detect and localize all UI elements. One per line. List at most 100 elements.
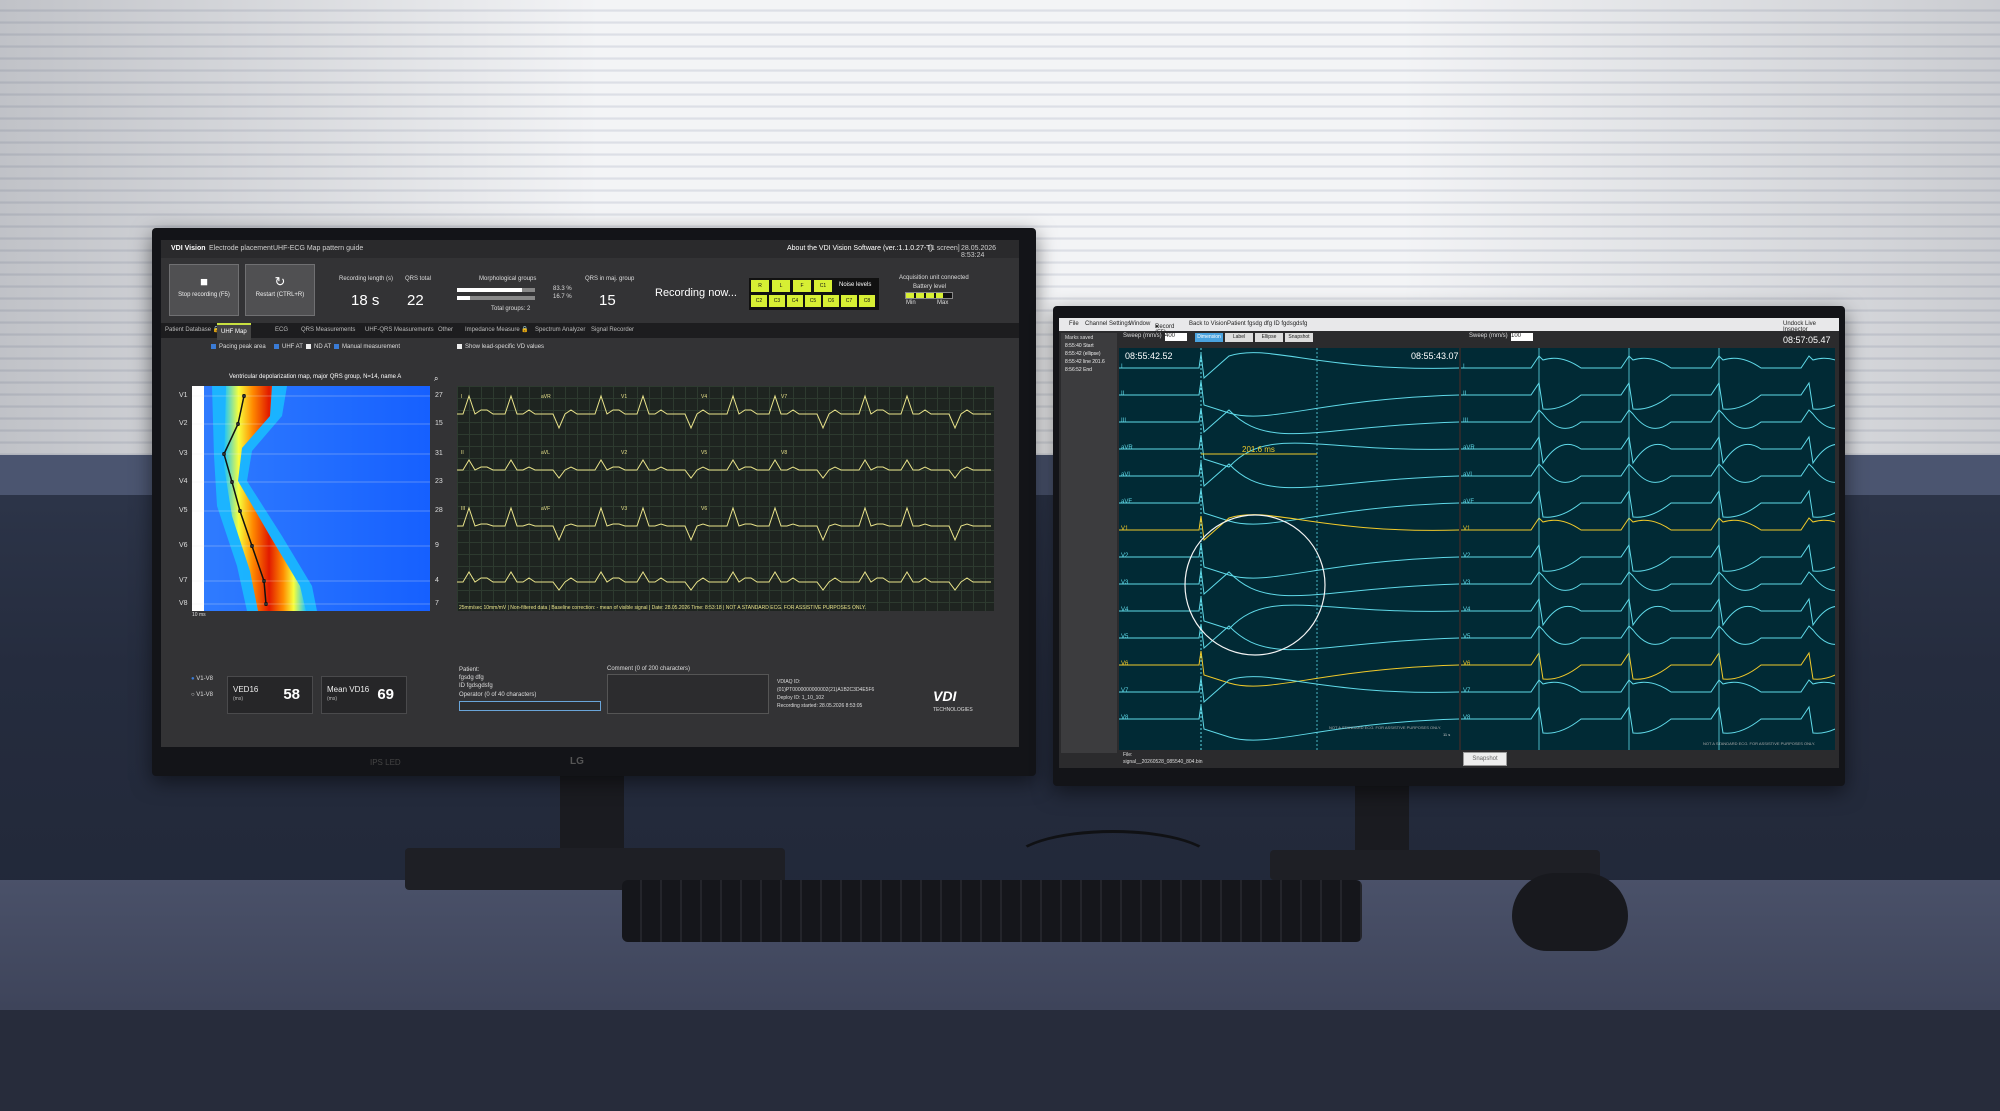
right-trace-panel: [1461, 348, 1839, 750]
menu-file[interactable]: File: [1069, 321, 1079, 327]
trace-v8: [1461, 705, 1839, 734]
tab-impedance-measure[interactable]: Impedance Measure 🔒: [461, 323, 533, 338]
trace-avr: [1119, 434, 1460, 468]
operator-input[interactable]: [459, 701, 601, 711]
tab-ecg[interactable]: ECG: [271, 323, 292, 338]
tool-label-button[interactable]: Label: [1225, 333, 1253, 342]
option-nd-at[interactable]: ND AT: [306, 344, 331, 350]
operator-label: Operator (0 of 40 characters): [459, 692, 537, 698]
trace-avf: [1119, 488, 1460, 525]
trace-avl: [1119, 461, 1460, 489]
tool-dimension-button[interactable]: Dimension: [1195, 333, 1223, 342]
ecg-lead-v4: V4: [701, 394, 708, 400]
radio-v1-v8-a[interactable]: ● V1-V8: [191, 676, 213, 682]
restart-label: Restart (CTRL+R): [255, 292, 305, 298]
left-trace-svg: [1119, 348, 1460, 750]
option-pacing[interactable]: Pacing peak area: [211, 344, 266, 350]
tab-uhf-qrs-measurements[interactable]: UHF-QRS Measurements: [361, 323, 438, 338]
ecg-trace: [457, 394, 991, 430]
tab-qrs-measurements[interactable]: QRS Measurements: [297, 323, 359, 338]
trace-v7: [1119, 676, 1460, 703]
ecg-trace: [457, 571, 991, 591]
file-label: File:: [1123, 752, 1133, 758]
left-trace-panel: [1119, 348, 1460, 750]
tool-ellipse-button[interactable]: Ellipse: [1255, 333, 1283, 342]
sweep-input-left[interactable]: 400: [1165, 333, 1187, 341]
left-lead-v6: V6: [1121, 661, 1129, 667]
trace-v6: [1119, 650, 1460, 687]
recording-length-value: 18 s: [351, 292, 380, 309]
noise-chip-r: R: [751, 280, 769, 292]
time-left-start: 08:55:42.52: [1125, 351, 1173, 361]
qrs-total-label: QRS total: [405, 276, 432, 282]
undock-button[interactable]: Undock Live Inspector: [1783, 321, 1839, 333]
tab-spectrum-analyzer[interactable]: Spectrum Analyzer: [531, 323, 589, 338]
right-lead-v1: V1: [1463, 526, 1471, 532]
tool-snapshot-button[interactable]: Snapshot: [1285, 333, 1313, 342]
heatmap-lead-v1: V1: [179, 392, 188, 399]
option-manual[interactable]: Manual measurement: [334, 344, 400, 350]
mark-item[interactable]: 8:56:52 End: [1065, 367, 1092, 373]
about-link[interactable]: About the VDI Vision Software (ver.:1.1.…: [787, 245, 933, 252]
morph-bar-b: [457, 296, 535, 300]
menu-window[interactable]: Window: [1129, 321, 1150, 327]
disclaimer-right: NOT A STANDARD ECG. FOR ASSISTIVE PURPOS…: [1703, 741, 1816, 746]
sweep-input-right[interactable]: 100: [1511, 333, 1533, 341]
restart-button[interactable]: ↻ Restart (CTRL+R): [245, 264, 315, 316]
stop-recording-button[interactable]: ■ Stop recording (F5): [169, 264, 239, 316]
tab-other[interactable]: Other: [434, 323, 457, 338]
right-lead-avr: aVR: [1463, 445, 1475, 451]
snapshot-button[interactable]: Snapshot: [1463, 752, 1507, 766]
ecg-lead-v6: V6: [701, 506, 708, 512]
menu-channel-settings[interactable]: Channel Settings: [1085, 321, 1131, 327]
left-lead-v7: V7: [1121, 688, 1129, 694]
left-monitor-stand: [560, 770, 624, 850]
heatmap-value-v3: 31: [435, 450, 443, 457]
trace-v3: [1461, 571, 1839, 591]
ecg-lead-avl: aVL: [541, 450, 550, 456]
option-uhf-at[interactable]: UHF AT: [274, 344, 303, 350]
ecg-lead-avr: aVR: [541, 394, 551, 400]
option-lead-specific[interactable]: Show lead-specific VD values: [457, 344, 544, 350]
battery-max: Max: [937, 300, 949, 306]
heatmap-value-v8: 7: [435, 600, 439, 607]
radio-icon: ●: [191, 676, 195, 682]
left-lead-v2: V2: [1121, 553, 1129, 559]
radio-v1-v8-b[interactable]: ○ V1-V8: [191, 692, 213, 698]
noise-chip-l: L: [772, 280, 790, 292]
marks-label: Marks saved: [1065, 335, 1094, 341]
left-lead-v4: V4: [1121, 607, 1129, 613]
total-groups: Total groups: 2: [491, 306, 531, 312]
tab-signal-recorder[interactable]: Signal Recorder: [587, 323, 638, 338]
vdiaq-value: (01)PT0000000000002(21)A1B2C3D4E5F6: [777, 687, 875, 693]
menu-electrode-placement[interactable]: Electrode placement: [209, 245, 273, 252]
sweep-label-right: Sweep (mm/s): [1469, 333, 1508, 339]
menu-map-pattern-guide[interactable]: UHF-ECG Map pattern guide: [273, 245, 363, 252]
time-right: 08:57:05.47: [1783, 335, 1831, 345]
left-lead-avr: aVR: [1121, 445, 1133, 451]
restart-icon: ↻: [274, 274, 286, 289]
ved16-label: VED16: [233, 685, 259, 694]
tab-uhf-map[interactable]: UHF Map: [217, 323, 251, 340]
heatmap-lead-v2: V2: [179, 420, 188, 427]
ecg-lead-v1: V1: [621, 394, 628, 400]
trace-v5: [1461, 625, 1839, 645]
trace-v7: [1461, 679, 1839, 693]
screen-label: [1 screen]: [929, 245, 960, 252]
noise-chip-c2: C2: [751, 295, 767, 307]
mark-item[interactable]: 8:55:40 Start: [1065, 343, 1094, 349]
deploy-id: Deploy ID: 1_10_102: [777, 695, 824, 701]
mark-item[interactable]: 8:55:42 (ellipse): [1065, 351, 1101, 357]
comment-input[interactable]: [607, 674, 769, 714]
right-lead-v7: V7: [1463, 688, 1471, 694]
noise-chip-c3: C3: [769, 295, 785, 307]
tab-patient-database[interactable]: Patient Database 🔒: [161, 323, 224, 338]
menu-back-to-vision[interactable]: Back to Vision: [1189, 321, 1227, 327]
checkbox-icon: [211, 344, 216, 349]
zoom-icon[interactable]: ⌕: [434, 374, 438, 384]
heatmap-lead-v7: V7: [179, 577, 188, 584]
time-left-end: 08:55:43.07: [1411, 351, 1459, 361]
mark-item[interactable]: 8:55:42 line 201.6: [1065, 359, 1105, 365]
battery-indicator: [905, 292, 953, 299]
noise-chip-c1: C1: [814, 280, 832, 292]
